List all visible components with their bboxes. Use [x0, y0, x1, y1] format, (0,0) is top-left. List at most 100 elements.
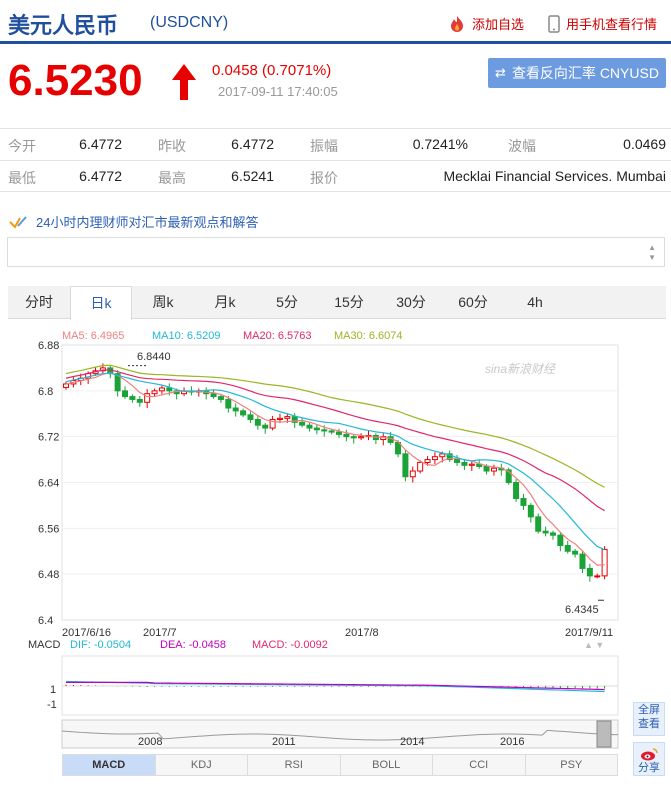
stat-label: 昨收	[158, 138, 186, 154]
candle-body	[513, 482, 520, 500]
candle-body	[166, 387, 173, 392]
candle-body	[594, 575, 601, 578]
overview-year-label: 2014	[400, 736, 424, 748]
candle-body	[601, 549, 608, 577]
y-tick-label: 6.88	[38, 340, 59, 352]
candle-body	[210, 393, 217, 398]
candle-body	[461, 461, 468, 466]
x-tick-label: 2017/8	[345, 627, 379, 639]
quote-timestamp: 2017-09-11 17:40:05	[218, 84, 338, 99]
candle-body	[417, 461, 424, 472]
stats-row: 今开 6.4772 昨收 6.4772 振幅 0.7241% 波幅 0.0469	[0, 128, 671, 160]
candle-body	[564, 545, 571, 552]
macd-legend-label: MACD	[28, 639, 60, 651]
candle-body	[424, 459, 431, 463]
candle-body	[557, 534, 564, 547]
candle-body	[232, 407, 239, 412]
low-price-note: 6.4345	[565, 604, 599, 616]
tab-psy[interactable]: PSY	[526, 755, 618, 775]
macd-y-tick: -1	[47, 699, 57, 711]
candle-body	[586, 567, 593, 577]
pair-code: (USDCNY)	[150, 14, 229, 31]
check-pen-icon	[9, 215, 27, 229]
stats-table: 今开 6.4772 昨收 6.4772 振幅 0.7241% 波幅 0.0469…	[0, 128, 671, 192]
overview-year-label: 2008	[138, 736, 162, 748]
tab-monthly-k[interactable]: 月k	[194, 286, 256, 318]
swap-icon: ⇄	[495, 65, 506, 80]
candle-body	[136, 398, 143, 403]
tab-5min[interactable]: 5分	[256, 286, 318, 318]
tab-macd[interactable]: MACD	[63, 755, 156, 775]
high-price-note: 6.8440	[137, 351, 171, 363]
candle-body	[122, 390, 129, 398]
candle-body	[129, 396, 136, 400]
indicator-tabs: MACD KDJ RSI BOLL CCI PSY	[62, 754, 618, 776]
candle-body	[225, 398, 232, 409]
candle-body	[158, 387, 165, 392]
x-tick-label: 2017/7	[143, 627, 177, 639]
candle-body	[535, 516, 542, 532]
tab-30min[interactable]: 30分	[380, 286, 442, 318]
tab-boll[interactable]: BOLL	[341, 755, 433, 775]
candle-body	[350, 436, 357, 439]
stat-value: 0.7241%	[412, 136, 468, 152]
candle-body	[490, 467, 497, 472]
y-tick-label: 6.8	[38, 386, 53, 398]
weibo-share-button[interactable]: 分享	[633, 742, 665, 776]
share-label: 分享	[638, 762, 660, 774]
candle-body	[549, 532, 556, 536]
reverse-rate-button[interactable]: ⇄ 查看反向汇率 CNYUSD	[488, 58, 666, 88]
tab-4h[interactable]: 4h	[504, 286, 566, 318]
candle-body	[328, 430, 335, 433]
scroll-arrows-icon[interactable]: ▲ ▼	[648, 243, 656, 263]
kline-chart[interactable]: 6.88 6.8 6.72 6.64 6.56 6.48 6.4 MA5: 6.4965 MA1…	[0, 322, 671, 752]
candle-body	[284, 416, 291, 419]
tab-minute[interactable]: 分时	[8, 286, 70, 318]
weibo-icon	[641, 748, 658, 761]
stat-label: 振幅	[310, 138, 338, 154]
candle-body	[439, 453, 446, 458]
macd-y-tick: 1	[50, 684, 56, 696]
tab-daily-k[interactable]: 日k	[70, 286, 132, 320]
stat-value: 6.4772	[79, 168, 122, 184]
flame-icon	[451, 15, 463, 32]
ma30-line	[65, 364, 605, 488]
overview-range-handle	[596, 720, 612, 748]
tab-kdj[interactable]: KDJ	[156, 755, 248, 775]
candle-body	[240, 410, 247, 416]
candle-body	[151, 390, 158, 395]
y-tick-label: 6.72	[38, 432, 59, 444]
stat-value: 0.0469	[623, 136, 666, 152]
y-tick-label: 6.4	[38, 615, 53, 627]
news-ticker-box: ▲ ▼	[7, 237, 665, 267]
advisor-news-link[interactable]: 24小时内理财师对汇市最新观点和解答	[8, 212, 258, 231]
stat-label: 最高	[158, 170, 186, 186]
stat-value: 6.4772	[231, 136, 274, 152]
candle-body	[276, 417, 283, 420]
stat-value: 6.5241	[231, 168, 274, 184]
y-tick-label: 6.56	[38, 523, 59, 535]
tab-cci[interactable]: CCI	[433, 755, 526, 775]
quote-header: 美元人民币 (USDCNY) 添加自选 用手机查看行情	[0, 0, 671, 44]
candle-body	[579, 553, 586, 569]
overview-year-label: 2016	[500, 736, 524, 748]
stats-row: 最低 6.4772 最高 6.5241 报价 Mecklai Financial…	[0, 160, 671, 192]
reverse-rate-label: 查看反向汇率 CNYUSD	[511, 65, 659, 81]
candle-body	[321, 429, 328, 432]
add-watchlist-button[interactable]: 添加自选	[448, 14, 524, 33]
fullscreen-button[interactable]: 全屏查看	[633, 702, 665, 736]
chart-period-tabs: 分时 日k 周k 月k 5分 15分 30分 60分 4h	[8, 286, 666, 320]
mobile-view-label: 用手机查看行情	[566, 17, 658, 32]
tab-15min[interactable]: 15分	[318, 286, 380, 318]
mobile-view-button[interactable]: 用手机查看行情	[548, 14, 657, 33]
ma30-legend: MA30: 6.6074	[334, 330, 403, 342]
x-tick-label: 2017/6/16	[62, 627, 111, 639]
macd-dif-legend: DIF: -0.0504	[70, 639, 131, 651]
tab-rsi[interactable]: RSI	[248, 755, 341, 775]
tab-60min[interactable]: 60分	[442, 286, 504, 318]
price-change: 0.0458 (0.7071%)	[212, 62, 332, 79]
candle-body	[313, 427, 320, 431]
zoom-arrows-icon: ▲ ▼	[584, 640, 604, 650]
ma10-legend: MA10: 6.5209	[152, 330, 221, 342]
tab-weekly-k[interactable]: 周k	[132, 286, 194, 318]
